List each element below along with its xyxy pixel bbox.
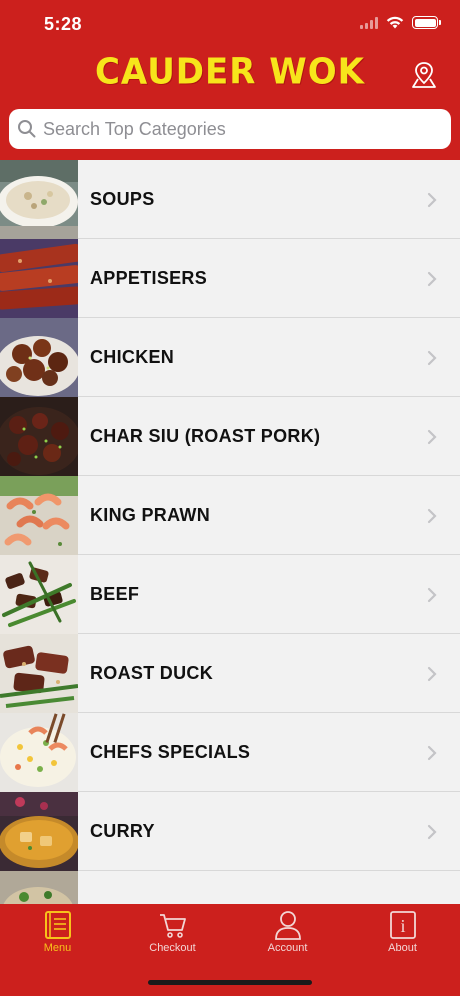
curry-thumbnail xyxy=(0,792,78,871)
chevron-right-icon xyxy=(427,192,437,207)
category-row-soups[interactable]: SOUPS xyxy=(0,160,460,239)
search-bar[interactable] xyxy=(9,109,451,149)
tab-label: About xyxy=(388,942,417,954)
category-row-chicken[interactable]: CHICKEN xyxy=(0,318,460,397)
tab-checkout[interactable]: Checkout xyxy=(115,910,230,966)
chevron-right-icon xyxy=(427,745,437,760)
char-siu-thumbnail xyxy=(0,397,78,476)
chevron-right-icon xyxy=(427,666,437,681)
category-label: SOUPS xyxy=(90,189,155,209)
partial-category-thumbnail xyxy=(0,871,78,904)
chefs-specials-thumbnail xyxy=(0,713,78,792)
category-label: KING PRAWN xyxy=(90,505,210,525)
soup-thumbnail xyxy=(0,160,78,239)
tab-menu[interactable]: Menu xyxy=(0,910,115,966)
person-icon xyxy=(274,911,301,940)
category-label: BEEF xyxy=(90,584,140,604)
category-row-king-prawn[interactable]: KING PRAWN xyxy=(0,476,460,555)
status-icons xyxy=(360,16,441,29)
chevron-right-icon xyxy=(427,350,437,365)
cellular-signal-icon xyxy=(360,16,378,29)
tab-account[interactable]: Account xyxy=(230,910,345,966)
map-pin-icon xyxy=(412,62,436,88)
search-icon xyxy=(18,120,36,138)
status-bar: 5:28 xyxy=(0,0,460,50)
beef-thumbnail xyxy=(0,555,78,634)
tab-label: Menu xyxy=(43,942,72,954)
chicken-thumbnail xyxy=(0,318,78,397)
category-label: CHEFS SPECIALS xyxy=(90,742,251,762)
chevron-right-icon xyxy=(427,587,437,602)
tab-about[interactable]: i About xyxy=(345,910,460,966)
category-row-partial[interactable] xyxy=(0,871,460,904)
wifi-icon xyxy=(386,16,404,29)
chevron-right-icon xyxy=(427,508,437,523)
roast-duck-thumbnail xyxy=(0,634,78,713)
category-row-beef[interactable]: BEEF xyxy=(0,555,460,634)
home-indicator xyxy=(148,980,312,985)
chevron-right-icon xyxy=(427,824,437,839)
appetisers-thumbnail xyxy=(0,239,78,318)
app-title-logo: CAUDER WOK xyxy=(94,51,366,93)
info-icon: i xyxy=(389,911,416,939)
battery-icon xyxy=(412,16,441,29)
location-button[interactable] xyxy=(410,60,438,90)
app-header: 5:28 CAUDER WOK xyxy=(0,0,460,160)
menu-book-icon xyxy=(44,911,71,939)
category-label: CHAR SIU (ROAST PORK) xyxy=(90,426,321,446)
category-label: CHICKEN xyxy=(90,347,175,367)
category-list[interactable]: SOUPS APPETISERS CHICKEN CHAR SIU (ROAST… xyxy=(0,160,460,904)
search-input[interactable] xyxy=(43,118,423,140)
cart-icon xyxy=(159,914,186,938)
category-row-curry[interactable]: CURRY xyxy=(0,792,460,871)
category-label: CURRY xyxy=(90,821,155,841)
king-prawn-thumbnail xyxy=(0,476,78,555)
category-label: ROAST DUCK xyxy=(90,663,213,683)
chevron-right-icon xyxy=(427,429,437,444)
category-row-char-siu[interactable]: CHAR SIU (ROAST PORK) xyxy=(0,397,460,476)
tab-label: Checkout xyxy=(149,942,196,954)
category-row-chefs-specials[interactable]: CHEFS SPECIALS xyxy=(0,713,460,792)
category-label: APPETISERS xyxy=(90,268,208,288)
tab-label: Account xyxy=(267,942,308,954)
status-time: 5:28 xyxy=(44,14,83,34)
category-row-appetisers[interactable]: APPETISERS xyxy=(0,239,460,318)
chevron-right-icon xyxy=(427,271,437,286)
svg-text:i: i xyxy=(400,916,405,936)
category-row-roast-duck[interactable]: ROAST DUCK xyxy=(0,634,460,713)
